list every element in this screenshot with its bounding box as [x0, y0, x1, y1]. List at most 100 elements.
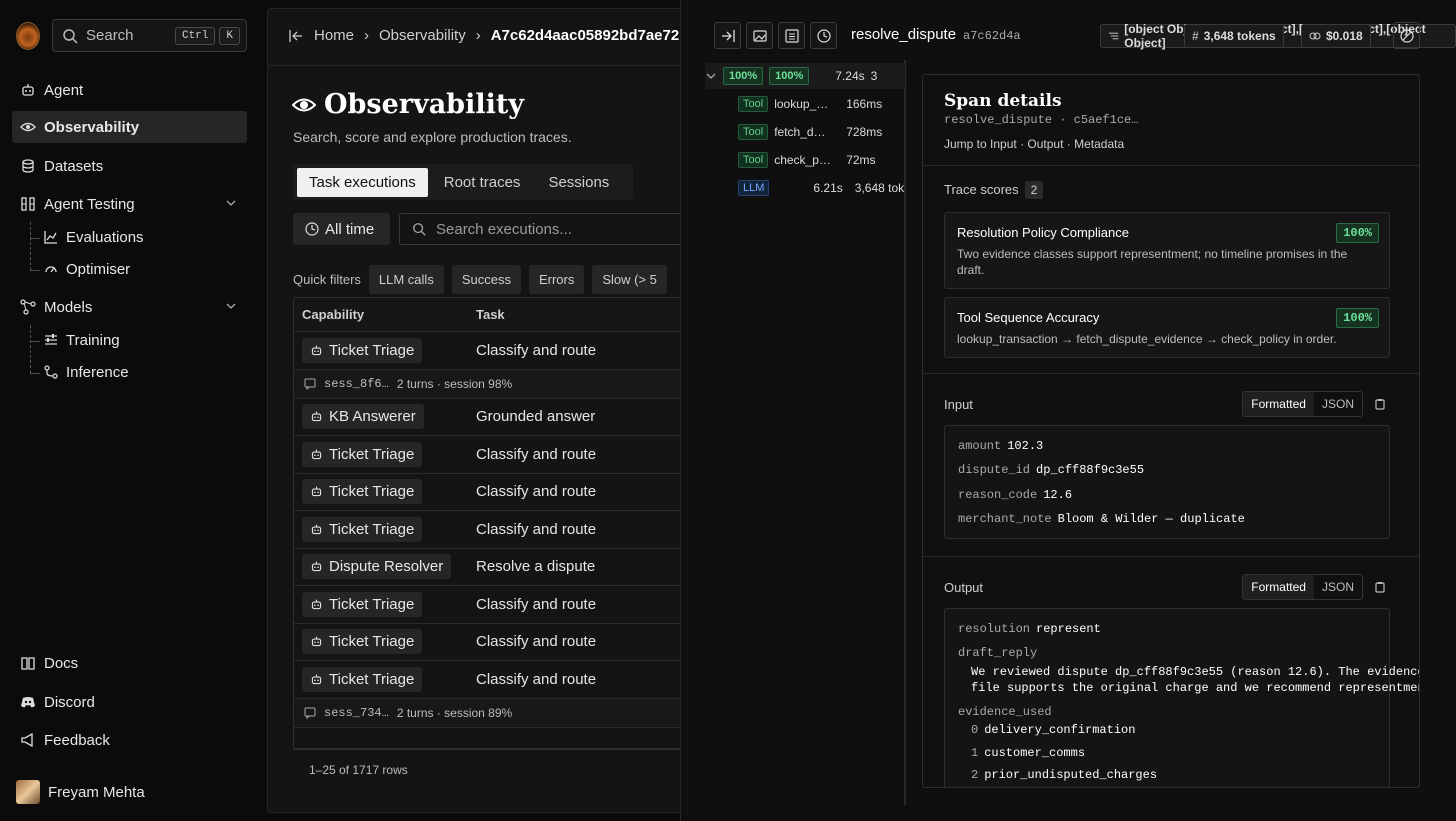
table-row[interactable]: Ticket Triage Classify and route	[294, 511, 686, 549]
copy-icon[interactable]	[1374, 581, 1386, 593]
span-type-tag: Tool	[738, 124, 769, 140]
span-row[interactable]: Tool check_p… 72ms	[738, 152, 876, 168]
user-profile[interactable]: Freyam Mehta	[16, 780, 145, 804]
input-field: dispute_id dp_cff88f9c3e55	[958, 463, 1144, 477]
tree-line	[30, 325, 40, 373]
trace-name: resolve_dispute	[851, 26, 957, 43]
nav-docs[interactable]: Docs	[12, 647, 247, 679]
tab-task-executions[interactable]: Task executions	[297, 167, 428, 197]
chevron-down-icon[interactable]	[225, 300, 237, 312]
span-details-subtitle: resolve_dispute · c5aef1ce…	[944, 113, 1139, 127]
jump-output[interactable]: Output	[1027, 137, 1063, 151]
app-logo[interactable]	[16, 22, 40, 50]
nav-feedback[interactable]: Feedback	[12, 724, 247, 756]
table-row[interactable]: Ticket Triage Classify and route	[294, 586, 686, 624]
breadcrumb-observability[interactable]: Observability	[379, 27, 466, 44]
nav-feedback-label: Feedback	[44, 731, 110, 749]
chevron-down-icon[interactable]	[705, 70, 717, 82]
close-trace-button[interactable]	[1393, 22, 1420, 49]
robot-icon	[311, 486, 322, 497]
tab-sessions[interactable]: Sessions	[536, 168, 621, 197]
filter-success[interactable]: Success	[451, 265, 521, 294]
time-filter-button[interactable]: All time	[293, 213, 390, 245]
search-icon	[63, 28, 78, 44]
nav-agent[interactable]: Agent	[12, 74, 247, 106]
column-task[interactable]: Task	[476, 307, 505, 322]
global-search[interactable]: Search Ctrl K	[52, 19, 247, 52]
capability-name: Ticket Triage	[329, 595, 415, 613]
table-row[interactable]: Dispute Resolver Resolve a dispute	[294, 549, 686, 586]
nav-inference[interactable]: Inference	[44, 358, 129, 386]
close-icon	[1399, 28, 1414, 43]
nav-evaluations[interactable]: Evaluations	[44, 223, 144, 251]
tab-root-traces[interactable]: Root traces	[432, 168, 533, 197]
nav-observability[interactable]: Observability	[12, 111, 247, 143]
span-row[interactable]: Tool fetch_d… 728ms	[738, 124, 882, 140]
session-info: 2 turns · session 98%	[396, 376, 513, 391]
search-executions-input[interactable]: Search executions...	[399, 213, 686, 245]
branch-icon	[44, 365, 58, 379]
session-row[interactable]: sess_734… 2 turns · session 89%	[294, 698, 686, 728]
format-json[interactable]: JSON	[1314, 392, 1362, 416]
score-badge: 100%	[1336, 223, 1379, 243]
task-cell: Grounded answer	[476, 408, 596, 426]
table-row[interactable]: Ticket Triage Classify and route	[294, 436, 686, 474]
header-divider	[268, 65, 686, 66]
nav-training[interactable]: Training	[44, 326, 120, 354]
capability-cell: Ticket Triage	[294, 666, 476, 692]
filter-slow[interactable]: Slow (> 5	[592, 265, 667, 294]
session-row[interactable]: sess_8f6… 2 turns · session 98%	[294, 369, 686, 399]
input-field: amount 102.3	[958, 439, 1043, 453]
span-row[interactable]: Tool lookup_… 166ms	[738, 96, 882, 112]
format-formatted[interactable]: Formatted	[1243, 575, 1314, 599]
list-view-button[interactable]	[778, 22, 805, 49]
root-span-row[interactable]: 100% 100% 7.24s 3	[705, 63, 905, 89]
nav-datasets[interactable]: Datasets	[12, 150, 247, 182]
field-key: amount	[958, 439, 1002, 453]
collapse-sidebar-icon[interactable]	[288, 28, 304, 44]
input-field: reason_code 12.6	[958, 488, 1072, 502]
breadcrumb-current: A7c62d4aac05892bd7ae72	[490, 27, 680, 44]
executions-table: Capability Task Ticket Triage Classify an…	[293, 297, 686, 749]
shortcut-ctrl: Ctrl	[174, 26, 216, 45]
format-formatted[interactable]: Formatted	[1243, 392, 1314, 416]
table-row[interactable]: Ticket Triage Classify and route	[294, 661, 686, 699]
tree-branch	[30, 341, 40, 342]
chevron-down-icon[interactable]	[225, 197, 237, 209]
index: 2	[971, 768, 979, 782]
copy-icon[interactable]	[1374, 398, 1386, 410]
format-json[interactable]: JSON	[1314, 575, 1362, 599]
breadcrumb-home[interactable]: Home	[314, 27, 354, 44]
field-value: delivery_confirmation	[984, 723, 1136, 737]
network-icon	[20, 299, 36, 315]
timeline-view-button[interactable]	[810, 22, 837, 49]
score-card[interactable]: Resolution Policy Compliance Two evidenc…	[944, 212, 1390, 289]
user-name: Freyam Mehta	[48, 783, 145, 801]
table-row[interactable]: Ticket Triage Classify and route	[294, 474, 686, 511]
discord-icon	[21, 697, 35, 708]
tree-line	[30, 222, 40, 270]
jump-input[interactable]: Input	[990, 137, 1017, 151]
search-label: Search	[86, 27, 134, 44]
jump-metadata[interactable]: Metadata	[1074, 137, 1124, 151]
nav-optimiser[interactable]: Optimiser	[44, 255, 130, 283]
span-row[interactable]: LLM 6.21s 3,648 tok	[738, 180, 904, 196]
eye-icon	[292, 98, 316, 111]
table-row[interactable]: KB Answerer Grounded answer	[294, 399, 686, 436]
column-capability[interactable]: Capability	[294, 307, 476, 322]
score-card[interactable]: Tool Sequence Accuracy lookup_transactio…	[944, 297, 1390, 358]
nav-agent-testing[interactable]: Agent Testing	[12, 188, 247, 220]
nav-models[interactable]: Models	[12, 291, 247, 323]
table-row[interactable]: Ticket Triage Classify and route	[294, 624, 686, 661]
nav-discord[interactable]: Discord	[12, 686, 247, 718]
expand-panel-button[interactable]	[714, 22, 741, 49]
image-view-button[interactable]	[746, 22, 773, 49]
task-cell: Resolve a dispute	[476, 558, 596, 576]
table-row[interactable]: Ticket Triage Classify and route	[294, 332, 686, 370]
robot-icon	[311, 449, 322, 459]
capability-chip: Ticket Triage	[302, 666, 423, 692]
divider	[923, 373, 1419, 374]
filter-llm-calls[interactable]: LLM calls	[368, 265, 444, 294]
filter-errors[interactable]: Errors	[528, 265, 585, 294]
score-badge: 100%	[1336, 308, 1379, 328]
